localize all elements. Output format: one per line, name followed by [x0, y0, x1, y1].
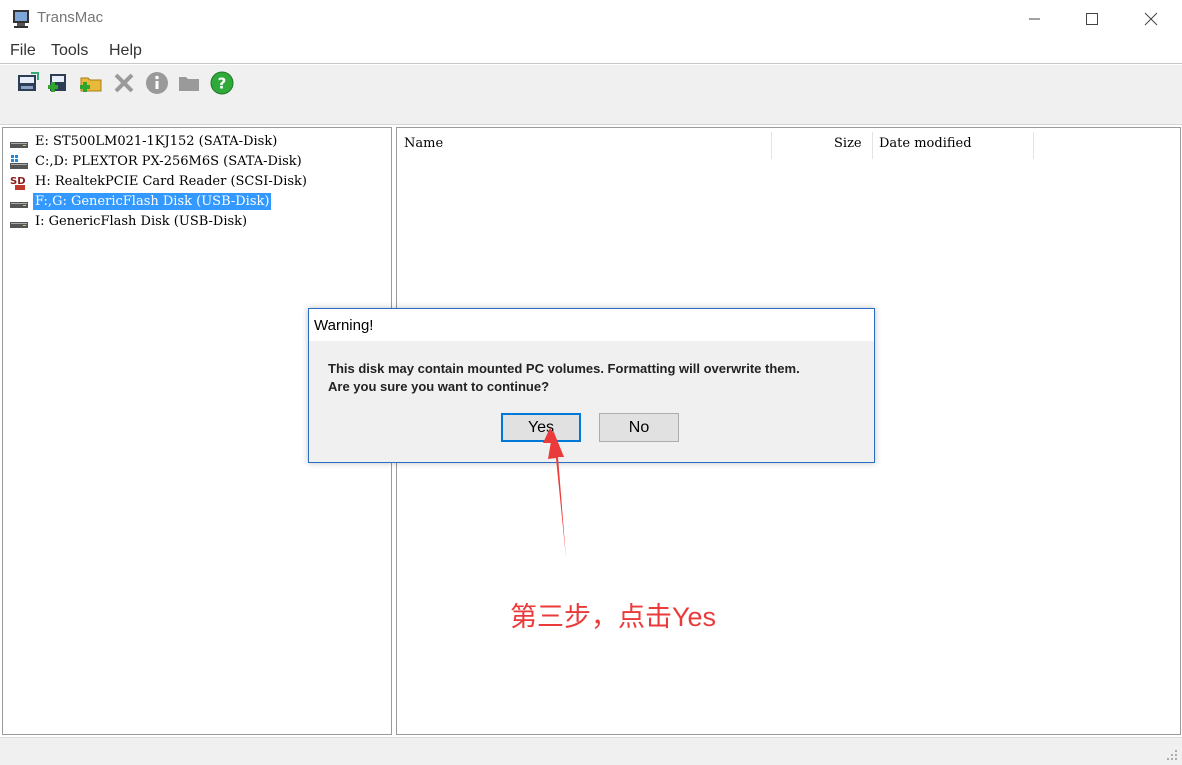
column-separator[interactable]	[771, 132, 772, 159]
drive-label: I: GenericFlash Disk (USB-Disk)	[35, 214, 248, 229]
menu-file[interactable]: File	[10, 42, 36, 60]
dialog-message: This disk may contain mounted PC volumes…	[328, 360, 868, 396]
title-bar: TransMac	[0, 0, 1182, 38]
close-button[interactable]	[1121, 0, 1181, 38]
maximize-button[interactable]	[1062, 0, 1122, 38]
column-header-date-modified[interactable]: Date modified	[879, 132, 972, 160]
column-separator[interactable]	[872, 132, 873, 159]
hard-disk-icon	[10, 222, 28, 228]
window-title: TransMac	[37, 9, 104, 26]
close-icon	[1144, 12, 1158, 26]
hard-disk-icon	[10, 142, 28, 148]
toolbar: ?	[0, 65, 1182, 125]
step-annotation: 第三步，点击Yes	[510, 602, 717, 632]
column-header-size[interactable]: Size	[834, 132, 862, 160]
resize-grip-icon[interactable]	[1164, 747, 1178, 761]
folder-icon[interactable]	[176, 70, 202, 96]
svg-text:?: ?	[218, 75, 227, 93]
drive-item-h[interactable]: SD H: RealtekPCIE Card Reader (SCSI-Disk…	[7, 172, 387, 191]
column-separator[interactable]	[1033, 132, 1034, 159]
sd-card-icon: SD	[10, 176, 26, 190]
drive-label: F:,G: GenericFlash Disk (USB-Disk)	[33, 193, 272, 210]
dialog-message-line-2: Are you sure you want to continue?	[328, 379, 550, 394]
menu-tools[interactable]: Tools	[51, 42, 88, 60]
yes-button[interactable]: Yes	[501, 413, 581, 442]
drive-label: C:,D: PLEXTOR PX-256M6S (SATA-Disk)	[35, 154, 302, 169]
info-icon[interactable]	[144, 70, 170, 96]
delete-icon[interactable]	[111, 70, 137, 96]
disk-image-icon[interactable]	[15, 70, 41, 96]
add-disk-icon[interactable]	[46, 70, 72, 96]
dialog-message-line-1: This disk may contain mounted PC volumes…	[328, 361, 800, 376]
dialog-title-bar: Warning!	[309, 309, 874, 341]
transmac-app-icon	[13, 10, 29, 28]
minimize-icon	[1029, 18, 1040, 20]
dialog-title: Warning!	[314, 317, 374, 334]
drive-item-fg[interactable]: F:,G: GenericFlash Disk (USB-Disk)	[7, 192, 387, 211]
drive-item-cd[interactable]: C:,D: PLEXTOR PX-256M6S (SATA-Disk)	[7, 152, 387, 171]
windows-disk-icon	[10, 155, 28, 169]
new-folder-icon[interactable]	[78, 70, 104, 96]
maximize-icon	[1086, 13, 1098, 25]
no-button[interactable]: No	[599, 413, 679, 442]
column-header-name[interactable]: Name	[404, 132, 443, 160]
menu-bar: File Tools Help	[0, 38, 1182, 64]
status-bar	[0, 737, 1182, 765]
drive-item-e[interactable]: E: ST500LM021-1KJ152 (SATA-Disk)	[7, 132, 387, 151]
hard-disk-icon	[10, 202, 28, 208]
warning-dialog: Warning! This disk may contain mounted P…	[308, 308, 875, 463]
minimize-button[interactable]	[1004, 0, 1064, 38]
help-icon[interactable]: ?	[209, 70, 235, 96]
drive-item-i[interactable]: I: GenericFlash Disk (USB-Disk)	[7, 212, 387, 231]
drive-label: H: RealtekPCIE Card Reader (SCSI-Disk)	[35, 174, 308, 189]
drive-label: E: ST500LM021-1KJ152 (SATA-Disk)	[35, 134, 278, 149]
menu-help[interactable]: Help	[109, 42, 142, 60]
